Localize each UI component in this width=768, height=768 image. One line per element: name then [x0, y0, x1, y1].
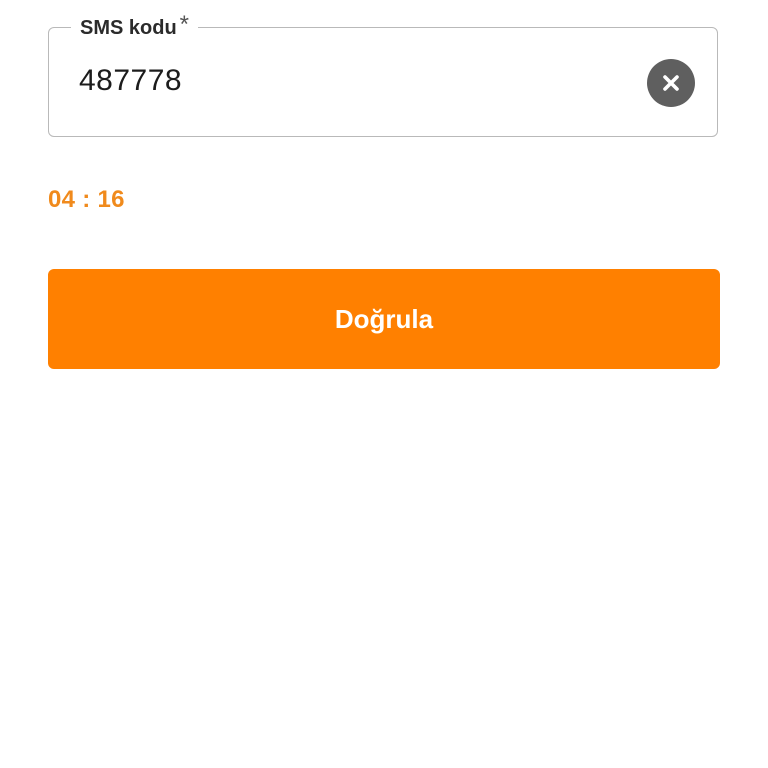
sms-code-legend: SMS kodu *: [71, 11, 199, 43]
verify-button-label: Doğrula: [334, 303, 434, 334]
required-asterisk: *: [179, 11, 190, 38]
sms-code-input[interactable]: [79, 58, 619, 104]
sms-code-label: SMS kodu: [80, 17, 177, 39]
close-icon: [661, 73, 681, 93]
clear-input-button[interactable]: [647, 59, 695, 107]
verify-button[interactable]: Doğrula: [48, 269, 720, 369]
countdown-timer: 04 : 16: [48, 186, 125, 213]
sms-code-field: SMS kodu *: [48, 13, 718, 137]
